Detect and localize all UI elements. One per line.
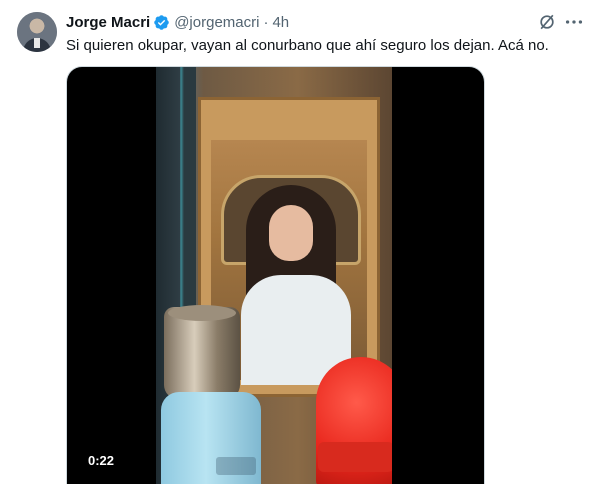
more-options-icon[interactable] [563, 12, 585, 32]
author-avatar[interactable] [17, 12, 57, 52]
author-handle[interactable]: @jorgemacri [174, 14, 259, 31]
header-separator: · [263, 13, 269, 31]
tweet-text: Si quieren okupar, vayan al conurbano qu… [66, 37, 549, 54]
verified-badge-icon[interactable] [153, 14, 170, 31]
video-frame[interactable] [156, 67, 392, 484]
video-player[interactable]: 0:22 [66, 66, 485, 484]
tweet-timestamp[interactable]: 4h [272, 14, 289, 31]
video-duration-badge: 0:22 [83, 451, 120, 471]
author-display-name[interactable]: Jorge Macri [66, 14, 150, 31]
tweet[interactable]: Jorge Macri @jorgemacri · 4h Si quieren … [0, 0, 595, 484]
grok-icon[interactable] [537, 12, 557, 32]
tweet-header: Jorge Macri @jorgemacri · 4h [66, 12, 289, 32]
